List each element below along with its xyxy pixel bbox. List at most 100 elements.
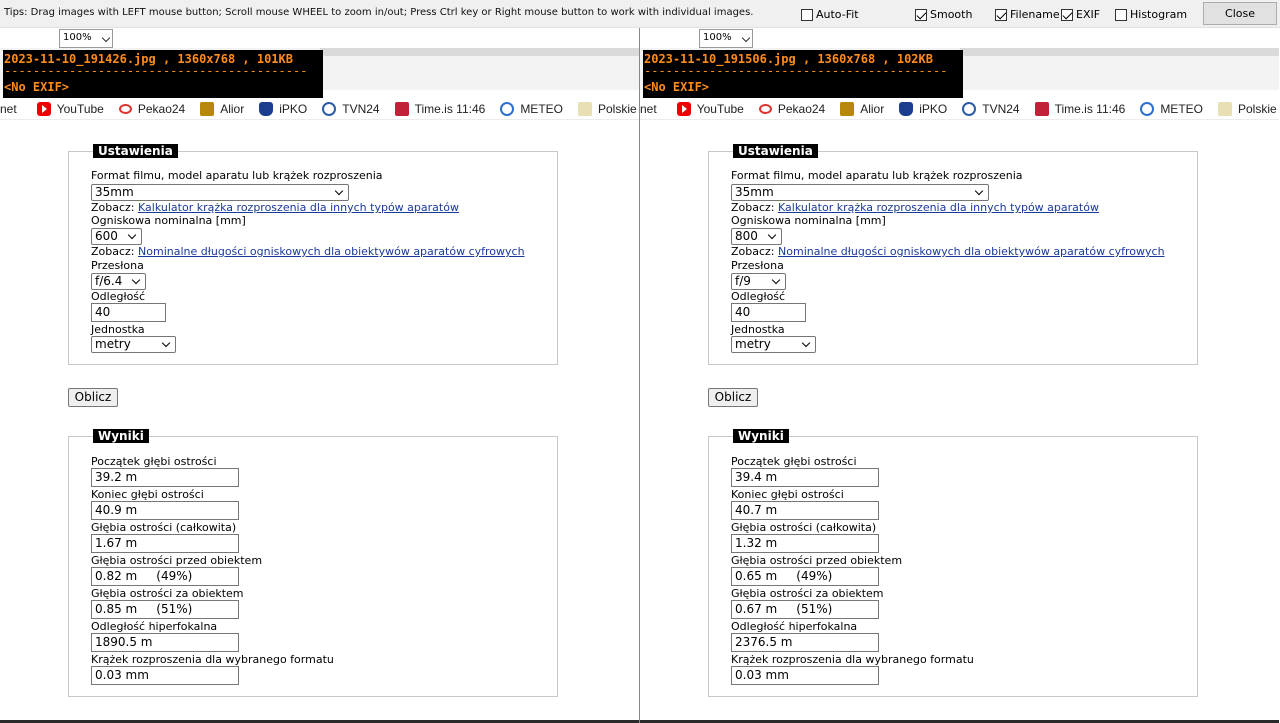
bookmark-label: METEO bbox=[1160, 101, 1203, 116]
far-output[interactable]: 40.9 m bbox=[91, 501, 239, 520]
calculate-button[interactable]: Oblicz bbox=[68, 388, 118, 407]
filename-checkbox[interactable]: Filename bbox=[995, 8, 1060, 21]
bookmark-polskie[interactable]: Polskie me bbox=[577, 101, 639, 116]
bookmark-label: iPKO bbox=[279, 101, 308, 116]
bookmark-label: TVN24 bbox=[982, 101, 1020, 116]
chevron-down-icon bbox=[767, 230, 777, 240]
total-label: Głębia ostrości (całkowita) bbox=[731, 521, 877, 534]
near-label: Początek głębi ostrości bbox=[91, 455, 217, 468]
zoom-select[interactable]: 100% bbox=[59, 29, 113, 48]
aperture-select[interactable]: f/6.4 bbox=[91, 273, 146, 290]
bookmark-label: net bbox=[0, 101, 17, 116]
zoom-select[interactable]: 100% bbox=[699, 29, 753, 48]
far-label: Koniec głębi ostrości bbox=[91, 488, 204, 501]
format-select[interactable]: 35mm bbox=[731, 184, 989, 201]
hyperfocal-output[interactable]: 2376.5 m bbox=[731, 633, 879, 652]
chevron-down-icon bbox=[127, 230, 137, 240]
right-image-pane[interactable]: 100% 2023-11-10_191506.jpg , 1360x768 , … bbox=[640, 28, 1279, 723]
format-label: Format filmu, model aparatu lub krążek r… bbox=[91, 169, 383, 182]
bookmark-meteo[interactable]: METEO bbox=[1140, 101, 1203, 116]
unit-label: Jednostka bbox=[91, 323, 145, 336]
bookmark-tvn24[interactable]: TVN24 bbox=[322, 101, 380, 116]
bookmark-label: Alior bbox=[220, 101, 245, 116]
coc-output[interactable]: 0.03 mm bbox=[91, 666, 239, 685]
aperture-value: f/6.4 bbox=[95, 274, 123, 288]
bookmark-timeis[interactable]: Time.is 11:46 bbox=[394, 101, 485, 116]
zoom-value: 100% bbox=[703, 32, 732, 43]
left-image-pane[interactable]: 100% 2023-11-10_191426.jpg , 1360x768 , … bbox=[0, 28, 639, 723]
autofit-checkbox[interactable]: Auto-Fit bbox=[801, 8, 859, 21]
coc-calculator-link[interactable]: Kalkulator krążka rozproszenia dla innyc… bbox=[138, 201, 459, 214]
exif-check[interactable] bbox=[1061, 8, 1073, 21]
behind-output[interactable]: 0.85 m (51%) bbox=[91, 600, 239, 619]
near-output[interactable]: 39.4 m bbox=[731, 468, 879, 487]
distance-input[interactable]: 40 bbox=[91, 303, 166, 322]
bookmark-ipko[interactable]: iPKO bbox=[899, 101, 947, 116]
close-button[interactable]: Close bbox=[1203, 2, 1277, 25]
bookmark-net[interactable]: net bbox=[0, 102, 17, 116]
exif-info: <No EXIF> bbox=[4, 80, 70, 94]
bookmark-label: YouTube bbox=[696, 101, 744, 116]
smooth-checkbox[interactable]: Smooth bbox=[915, 8, 972, 21]
unit-select[interactable]: metry bbox=[731, 336, 816, 353]
bookmark-alior[interactable]: Alior bbox=[840, 101, 884, 116]
distance-input[interactable]: 40 bbox=[731, 303, 806, 322]
hyperfocal-label: Odległość hiperfokalna bbox=[91, 620, 218, 633]
results-fieldset: Wyniki Początek głębi ostrości 39.2 m Ko… bbox=[68, 429, 558, 697]
polskie-icon bbox=[577, 101, 592, 116]
bookmark-youtube[interactable]: YouTube bbox=[676, 101, 744, 116]
nominal-focal-link[interactable]: Nominalne długości ogniskowych dla obiek… bbox=[138, 245, 525, 258]
histogram-check[interactable] bbox=[1115, 8, 1127, 21]
behind-output[interactable]: 0.67 m (51%) bbox=[731, 600, 879, 619]
image-filename-info: 2023-11-10_191506.jpg , 1360x768 , 102KB bbox=[644, 52, 933, 66]
bookmark-label: net bbox=[640, 101, 657, 116]
smooth-check[interactable] bbox=[915, 8, 927, 21]
chevron-down-icon bbox=[741, 33, 751, 43]
nominal-focal-link[interactable]: Nominalne długości ogniskowych dla obiek… bbox=[778, 245, 1165, 258]
bookmark-meteo[interactable]: METEO bbox=[500, 101, 563, 116]
pekao-icon bbox=[118, 103, 132, 114]
focal-select[interactable]: 800 bbox=[731, 228, 782, 245]
coc-output[interactable]: 0.03 mm bbox=[731, 666, 879, 685]
format-value: 35mm bbox=[95, 185, 134, 199]
total-output[interactable]: 1.67 m bbox=[91, 534, 239, 553]
format-select[interactable]: 35mm bbox=[91, 184, 349, 201]
bookmark-tvn24[interactable]: TVN24 bbox=[962, 101, 1020, 116]
bookmark-net[interactable]: net bbox=[640, 102, 657, 116]
behind-label: Głębia ostrości za obiektem bbox=[91, 587, 244, 600]
autofit-check[interactable] bbox=[801, 8, 813, 21]
far-output[interactable]: 40.7 m bbox=[731, 501, 879, 520]
bookmark-pekao24[interactable]: Pekao24 bbox=[758, 102, 825, 116]
bookmark-ipko[interactable]: iPKO bbox=[259, 101, 308, 116]
unit-select[interactable]: metry bbox=[91, 336, 176, 353]
calculate-button[interactable]: Oblicz bbox=[708, 388, 758, 407]
histogram-checkbox[interactable]: Histogram bbox=[1115, 8, 1187, 21]
total-output[interactable]: 1.32 m bbox=[731, 534, 879, 553]
image-info-overlay: 2023-11-10_191426.jpg , 1360x768 , 101KB… bbox=[3, 50, 323, 98]
meteo-icon bbox=[1140, 101, 1155, 116]
image-info-overlay: 2023-11-10_191506.jpg , 1360x768 , 102KB… bbox=[643, 50, 963, 98]
bookmark-pekao24[interactable]: Pekao24 bbox=[118, 102, 185, 116]
see-nominal-row: Zobacz: Nominalne długości ogniskowych d… bbox=[91, 245, 525, 258]
chevron-down-icon bbox=[801, 338, 811, 348]
bookmark-youtube[interactable]: YouTube bbox=[36, 101, 104, 116]
bookmark-label: METEO bbox=[520, 101, 563, 116]
focal-select[interactable]: 600 bbox=[91, 228, 142, 245]
aperture-select[interactable]: f/9 bbox=[731, 273, 786, 290]
bookmark-polskie[interactable]: Polskie me bbox=[1217, 101, 1279, 116]
coc-calculator-link[interactable]: Kalkulator krążka rozproszenia dla innyc… bbox=[778, 201, 1099, 214]
exif-checkbox[interactable]: EXIF bbox=[1061, 8, 1100, 21]
browser-tab-strip bbox=[320, 48, 639, 56]
settings-legend: Ustawienia bbox=[93, 144, 178, 158]
timeis-icon bbox=[1034, 101, 1049, 116]
far-label: Koniec głębi ostrości bbox=[731, 488, 844, 501]
hyperfocal-output[interactable]: 1890.5 m bbox=[91, 633, 239, 652]
near-output[interactable]: 39.2 m bbox=[91, 468, 239, 487]
pekao-icon bbox=[758, 103, 772, 114]
settings-fieldset: Ustawienia Format filmu, model aparatu l… bbox=[68, 144, 558, 365]
filename-check[interactable] bbox=[995, 8, 1007, 21]
front-output[interactable]: 0.65 m (49%) bbox=[731, 567, 879, 586]
bookmark-alior[interactable]: Alior bbox=[200, 101, 245, 116]
front-output[interactable]: 0.82 m (49%) bbox=[91, 567, 239, 586]
bookmark-timeis[interactable]: Time.is 11:46 bbox=[1034, 101, 1125, 116]
